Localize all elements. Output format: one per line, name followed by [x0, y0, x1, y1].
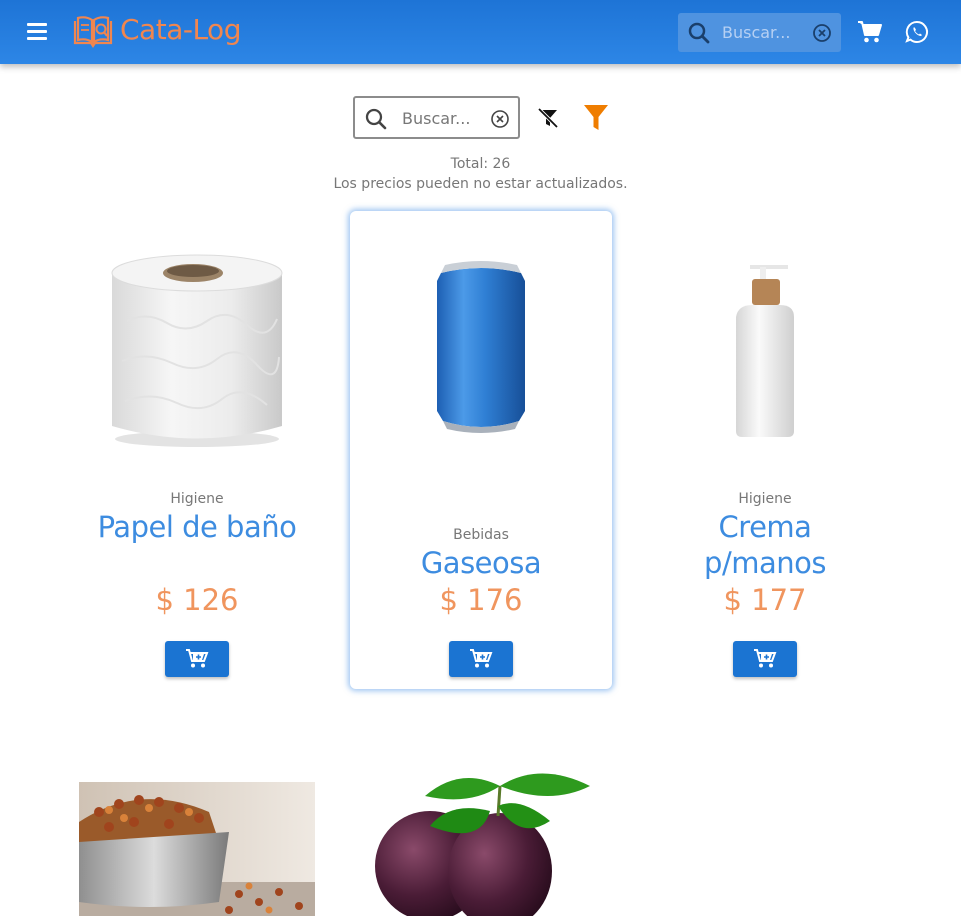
product-name: Gaseosa: [420, 546, 542, 580]
pet-food-image: [79, 782, 315, 916]
product-card[interactable]: Higiene Crema p/manos $ 177: [634, 211, 896, 689]
lotion-bottle-image: [736, 265, 794, 437]
product-name: Crema p/manos: [704, 510, 826, 580]
filter-icon[interactable]: [583, 104, 609, 132]
product-category: Higiene: [738, 491, 792, 507]
add-to-cart-icon: [470, 649, 493, 668]
product-price: $ 126: [155, 583, 239, 617]
product-price: $ 176: [439, 583, 523, 617]
product-card[interactable]: Bebidas Gaseosa $ 176: [350, 211, 612, 689]
header-search-input[interactable]: [722, 20, 808, 44]
passion-fruit-image: [375, 773, 590, 916]
menu-icon[interactable]: [25, 20, 51, 44]
book-logo-icon: [73, 16, 113, 48]
whatsapp-icon[interactable]: [905, 20, 929, 44]
search-icon: [365, 108, 387, 130]
product-search-input[interactable]: [402, 106, 488, 130]
product-card[interactable]: Higiene Papel de baño $ 126: [66, 211, 328, 689]
product-category: Higiene: [170, 491, 224, 507]
product-search-box: [353, 96, 520, 139]
total-count: Total: 26: [450, 156, 511, 172]
soda-can-image: [437, 261, 525, 433]
cart-icon[interactable]: [857, 20, 883, 44]
add-to-cart-icon: [754, 649, 777, 668]
price-disclaimer: Los precios pueden no estar actualizados…: [333, 176, 628, 192]
brand-name[interactable]: Cata-Log: [120, 13, 241, 46]
add-to-cart-button[interactable]: [165, 641, 229, 677]
top-app-bar: Cata-Log: [0, 0, 961, 64]
product-name: Papel de baño: [97, 510, 297, 544]
clear-icon[interactable]: [490, 109, 510, 129]
add-to-cart-button[interactable]: [449, 641, 513, 677]
search-icon: [688, 22, 710, 44]
clear-icon[interactable]: [812, 23, 832, 43]
add-to-cart-icon: [186, 649, 209, 668]
product-category: Bebidas: [453, 527, 509, 543]
product-price: $ 177: [723, 583, 807, 617]
filter-off-icon[interactable]: [536, 106, 560, 130]
add-to-cart-button[interactable]: [733, 641, 797, 677]
header-search-box: [678, 13, 841, 52]
toilet-paper-image: [111, 254, 283, 447]
